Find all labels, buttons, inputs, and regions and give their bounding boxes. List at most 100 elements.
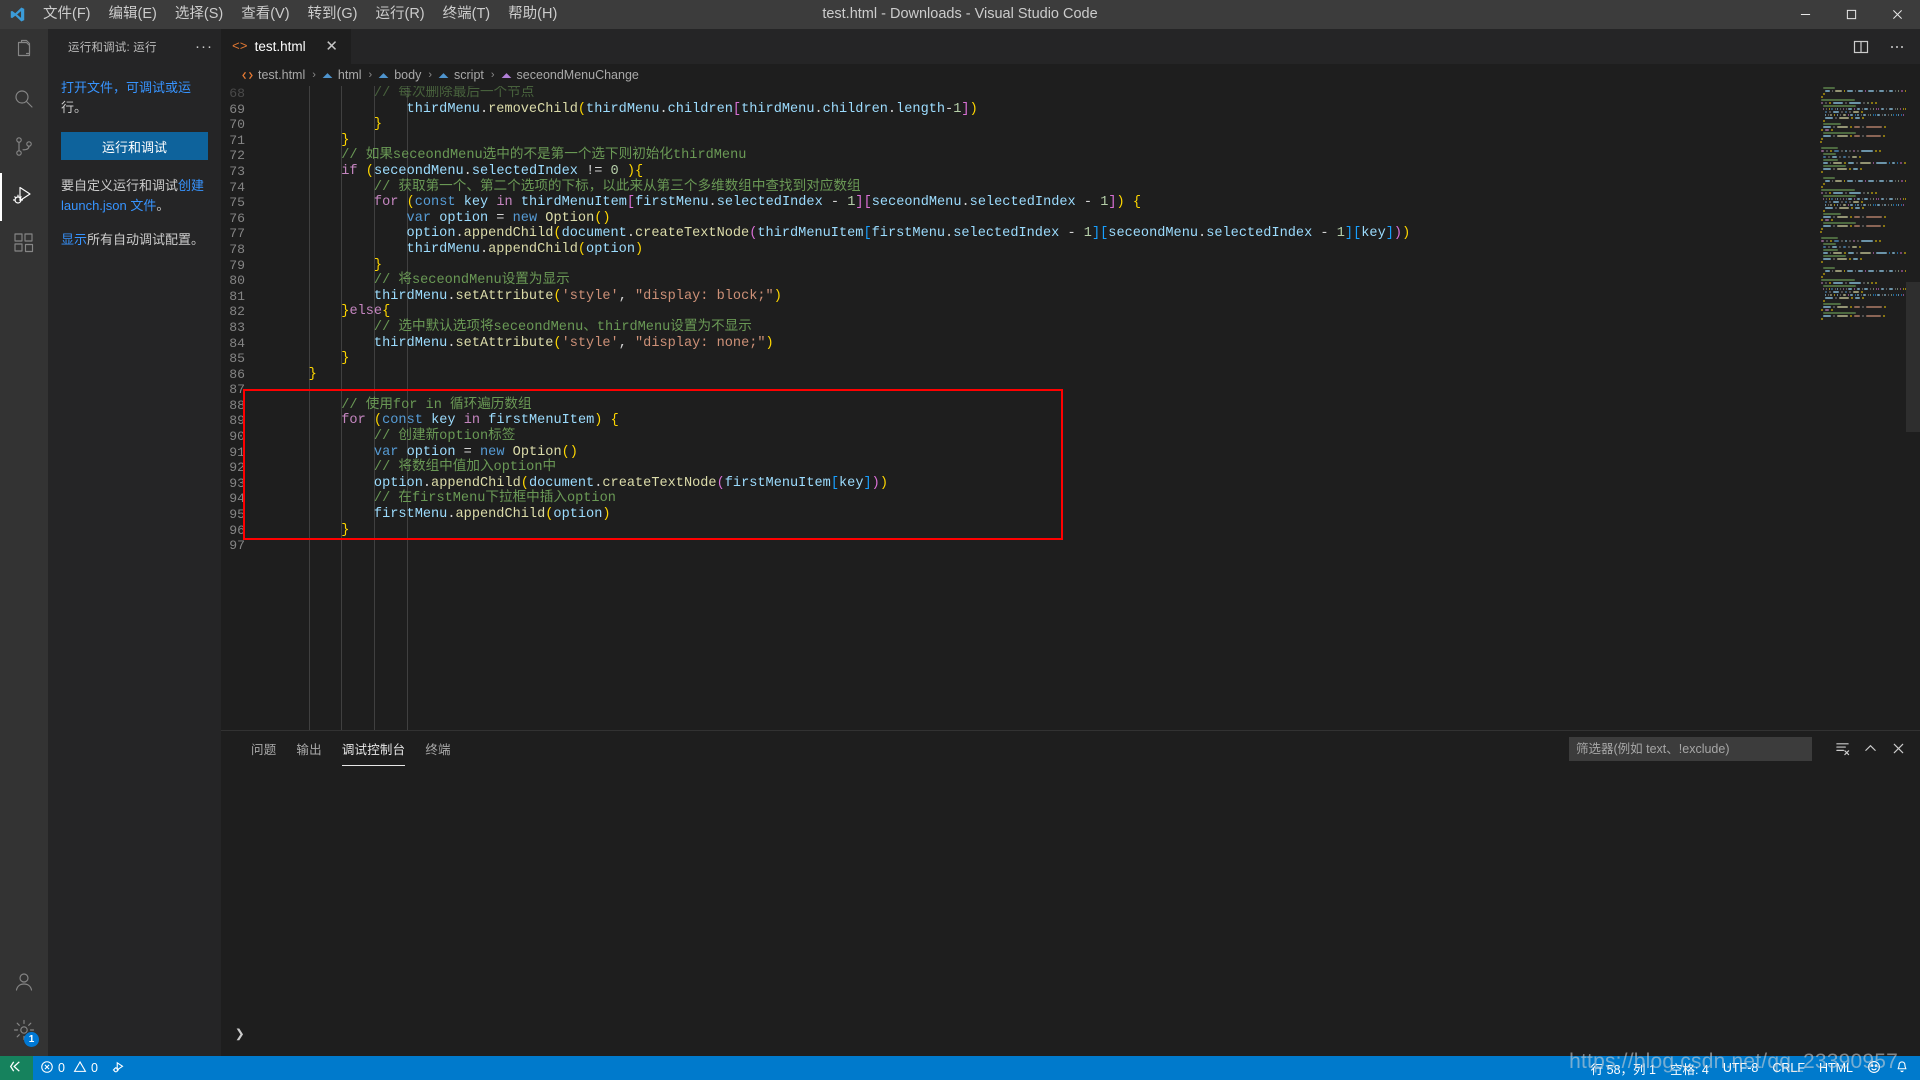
filter-input-wrapper[interactable] [1569, 736, 1812, 761]
menu-view[interactable]: 查看(V) [232, 0, 298, 29]
clear-console-icon[interactable] [1830, 737, 1854, 761]
editor-scrollbar-slider[interactable] [1906, 282, 1920, 432]
filter-input[interactable] [1576, 741, 1805, 756]
code-text[interactable]: thirdMenu.setAttribute('style', "display… [267, 336, 1920, 352]
code-text[interactable]: // 将seceondMenu设置为显示 [267, 273, 1920, 289]
code-text[interactable]: } [267, 117, 1920, 133]
breadcrumb-item-body[interactable]: body [377, 68, 423, 82]
breadcrumb-item-html[interactable]: html [321, 68, 364, 82]
status-editor-encoding[interactable]: UTF-8 [1716, 1056, 1765, 1080]
code-text[interactable]: // 获取第一个、第二个选项的下标，以此来从第三个多维数组中查找到对应数组 [267, 180, 1920, 196]
code-line[interactable]: 94 // 在firstMenu下拉框中插入option [221, 491, 1920, 507]
code-text[interactable]: } [267, 367, 1920, 383]
code-line[interactable]: 88 // 使用for in 循环遍历数组 [221, 398, 1920, 414]
code-line[interactable]: 86 } [221, 367, 1920, 383]
run-and-debug-button[interactable]: 运行和调试 [61, 132, 208, 160]
code-text[interactable]: option.appendChild(document.createTextNo… [267, 226, 1920, 242]
panel-tab-debug-console[interactable]: 调试控制台 [332, 731, 416, 766]
show-all-auto-debug-link[interactable]: 显示 [61, 232, 87, 247]
code-text[interactable]: // 在firstMenu下拉框中插入option [267, 491, 1920, 507]
ellipsis-icon[interactable] [1886, 36, 1908, 58]
code-line[interactable]: 73 if (seceondMenu.selectedIndex != 0 ){ [221, 164, 1920, 180]
menu-go[interactable]: 转到(G) [299, 0, 367, 29]
status-feedback[interactable] [1860, 1056, 1888, 1080]
code-text[interactable]: // 如果seceondMenu选中的不是第一个选下则初始化thirdMenu [267, 148, 1920, 164]
activity-extensions[interactable] [0, 221, 48, 269]
code-line[interactable]: 95 firstMenu.appendChild(option) [221, 507, 1920, 523]
menu-selection[interactable]: 选择(S) [166, 0, 232, 29]
code-line[interactable]: 83 // 选中默认选项将seceondMenu、thirdMenu设置为不显示 [221, 320, 1920, 336]
code-text[interactable]: if (seceondMenu.selectedIndex != 0 ){ [267, 164, 1920, 180]
code-line[interactable]: 76 var option = new Option() [221, 211, 1920, 227]
panel-tab-output[interactable]: 输出 [286, 731, 331, 766]
code-line[interactable]: 69 thirdMenu.removeChild(thirdMenu.child… [221, 102, 1920, 118]
status-editor-eol[interactable]: CRLF [1765, 1056, 1812, 1080]
code-text[interactable]: // 每次删除最后一个节点 [267, 86, 1920, 102]
code-line[interactable]: 84 thirdMenu.setAttribute('style', "disp… [221, 336, 1920, 352]
code-text[interactable]: firstMenu.appendChild(option) [267, 507, 1920, 523]
code-text[interactable]: // 使用for in 循环遍历数组 [267, 398, 1920, 414]
activity-manage[interactable]: 1 [0, 1008, 48, 1056]
breadcrumb-item-file[interactable]: test.html [241, 68, 307, 82]
close-icon[interactable] [1886, 737, 1910, 761]
code-text[interactable]: option.appendChild(document.createTextNo… [267, 476, 1920, 492]
minimize-button[interactable] [1782, 0, 1828, 29]
code-line[interactable]: 77 option.appendChild(document.createTex… [221, 226, 1920, 242]
code-surface[interactable]: 68 // 每次删除最后一个节点 69 thirdMenu.removeChild… [221, 86, 1920, 730]
close-button[interactable] [1874, 0, 1920, 29]
activity-search[interactable] [0, 77, 48, 125]
code-line[interactable]: 70 } [221, 117, 1920, 133]
editor-tab-test-html[interactable]: <> test.html ✕ [221, 29, 352, 64]
code-line[interactable]: 93 option.appendChild(document.createTex… [221, 476, 1920, 492]
code-line[interactable]: 68 // 每次删除最后一个节点 [221, 86, 1920, 102]
code-line[interactable]: 74 // 获取第一个、第二个选项的下标，以此来从第三个多维数组中查找到对应数组 [221, 180, 1920, 196]
code-line[interactable]: 71 } [221, 133, 1920, 149]
code-text[interactable]: // 将数组中值加入option中 [267, 460, 1920, 476]
code-text[interactable]: thirdMenu.setAttribute('style', "display… [267, 289, 1920, 305]
code-line[interactable]: 81 thirdMenu.setAttribute('style', "disp… [221, 289, 1920, 305]
status-editor-language[interactable]: HTML [1812, 1056, 1860, 1080]
code-text[interactable]: for (const key in firstMenuItem) { [267, 413, 1920, 429]
menu-bar[interactable]: 文件(F) 编辑(E) 选择(S) 查看(V) 转到(G) 运行(R) 终端(T… [34, 0, 566, 29]
code-line[interactable]: 78 thirdMenu.appendChild(option) [221, 242, 1920, 258]
code-text[interactable]: var option = new Option() [267, 211, 1920, 227]
code-line[interactable]: 85 } [221, 351, 1920, 367]
panel-tab-problems[interactable]: 问题 [241, 731, 286, 766]
code-line[interactable]: 75 for (const key in thirdMenuItem[first… [221, 195, 1920, 211]
status-start-debugging[interactable] [105, 1056, 133, 1080]
status-editor-position[interactable]: 行 58，列 1 [1584, 1056, 1663, 1080]
code-line[interactable]: 72 // 如果seceondMenu选中的不是第一个选下则初始化thirdMe… [221, 148, 1920, 164]
code-line[interactable]: 87 [221, 382, 1920, 398]
editor-viewport[interactable]: 68 // 每次删除最后一个节点 69 thirdMenu.removeChild… [221, 86, 1920, 730]
status-editor-indentation[interactable]: 空格: 4 [1663, 1056, 1716, 1080]
split-editor-icon[interactable] [1850, 36, 1872, 58]
tab-close-icon[interactable]: ✕ [323, 38, 341, 56]
open-file-link[interactable]: 打开文件，可调试或运 [61, 80, 191, 95]
status-notifications[interactable] [1888, 1056, 1916, 1080]
menu-edit[interactable]: 编辑(E) [100, 0, 166, 29]
panel-tab-terminal[interactable]: 终端 [415, 731, 460, 766]
menu-file[interactable]: 文件(F) [34, 0, 100, 29]
overview-ruler[interactable] [1906, 86, 1920, 730]
activity-explorer[interactable] [0, 29, 48, 77]
code-line[interactable]: 90 // 创建新option标签 [221, 429, 1920, 445]
code-line[interactable]: 80 // 将seceondMenu设置为显示 [221, 273, 1920, 289]
menu-terminal[interactable]: 终端(T) [434, 0, 500, 29]
code-text[interactable]: } [267, 133, 1920, 149]
breadcrumb-item-method[interactable]: seceondMenuChange [500, 68, 641, 82]
code-text[interactable]: } [267, 523, 1920, 539]
code-line[interactable]: 82 }else{ [221, 304, 1920, 320]
maximize-button[interactable] [1828, 0, 1874, 29]
menu-run[interactable]: 运行(R) [366, 0, 433, 29]
chevron-up-icon[interactable] [1858, 737, 1882, 761]
code-text[interactable]: } [267, 258, 1920, 274]
menu-help[interactable]: 帮助(H) [499, 0, 566, 29]
code-text[interactable]: // 选中默认选项将seceondMenu、thirdMenu设置为不显示 [267, 320, 1920, 336]
code-text[interactable]: for (const key in thirdMenuItem[firstMen… [267, 195, 1920, 211]
code-text[interactable]: thirdMenu.appendChild(option) [267, 242, 1920, 258]
debug-console-body[interactable]: ❯ [221, 766, 1920, 1056]
code-line[interactable]: 89 for (const key in firstMenuItem) { [221, 413, 1920, 429]
activity-accounts[interactable] [0, 960, 48, 1008]
code-text[interactable]: // 创建新option标签 [267, 429, 1920, 445]
code-line[interactable]: 91 var option = new Option() [221, 445, 1920, 461]
